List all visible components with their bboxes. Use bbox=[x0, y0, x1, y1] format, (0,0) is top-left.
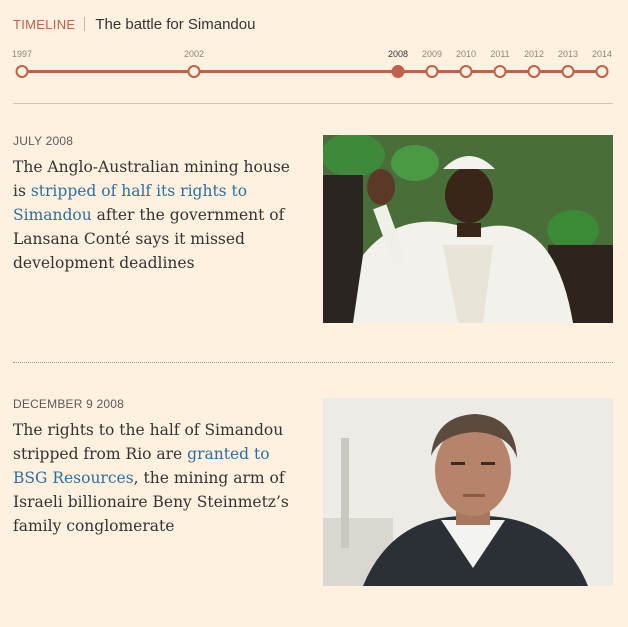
timeline-track: 1997 2002 2008 2009 2010 2011 2012 2013 … bbox=[0, 44, 628, 84]
entry-separator bbox=[13, 362, 613, 363]
timeline-dot-2013[interactable] bbox=[561, 65, 575, 78]
businessman-photo-illustration bbox=[323, 398, 613, 586]
timeline-dot-1997[interactable] bbox=[15, 65, 29, 78]
timeline-year-2002[interactable]: 2002 bbox=[184, 49, 204, 59]
timeline-tag: TIMELINE bbox=[13, 16, 76, 32]
timeline-year-2014[interactable]: 2014 bbox=[592, 49, 612, 59]
timeline-entry: JULY 2008 The Anglo-Australian mining ho… bbox=[13, 134, 613, 323]
timeline-line bbox=[22, 70, 603, 73]
entry-text: The rights to the half of Simandou strip… bbox=[13, 418, 305, 538]
timeline-dot-2009[interactable] bbox=[425, 65, 439, 78]
timeline-dot-2002[interactable] bbox=[187, 65, 201, 78]
timeline-year-2009[interactable]: 2009 bbox=[422, 49, 442, 59]
timeline-entry: DECEMBER 9 2008 The rights to the half o… bbox=[13, 397, 613, 586]
timeline-title: The battle for Simandou bbox=[95, 15, 256, 33]
photo-president-waving bbox=[323, 135, 613, 323]
timeline-dot-2010[interactable] bbox=[459, 65, 473, 78]
timeline-year-2008[interactable]: 2008 bbox=[388, 49, 408, 59]
timeline-year-2012[interactable]: 2012 bbox=[524, 49, 544, 59]
timeline-dot-2008[interactable] bbox=[391, 65, 405, 78]
timeline-year-2013[interactable]: 2013 bbox=[558, 49, 578, 59]
header-divider bbox=[84, 17, 86, 31]
header-rule bbox=[13, 103, 613, 104]
timeline-header: TIMELINE The battle for Simandou bbox=[13, 14, 255, 34]
president-photo-illustration bbox=[323, 135, 613, 323]
photo-businessman-portrait bbox=[323, 398, 613, 586]
timeline-dot-2012[interactable] bbox=[527, 65, 541, 78]
timeline-dot-2014[interactable] bbox=[595, 65, 609, 78]
entry-text: The Anglo-Australian mining house is str… bbox=[13, 155, 305, 275]
timeline-dot-2011[interactable] bbox=[493, 65, 507, 78]
timeline-year-1997[interactable]: 1997 bbox=[12, 49, 32, 59]
timeline-year-2010[interactable]: 2010 bbox=[456, 49, 476, 59]
timeline-year-2011[interactable]: 2011 bbox=[490, 49, 509, 59]
